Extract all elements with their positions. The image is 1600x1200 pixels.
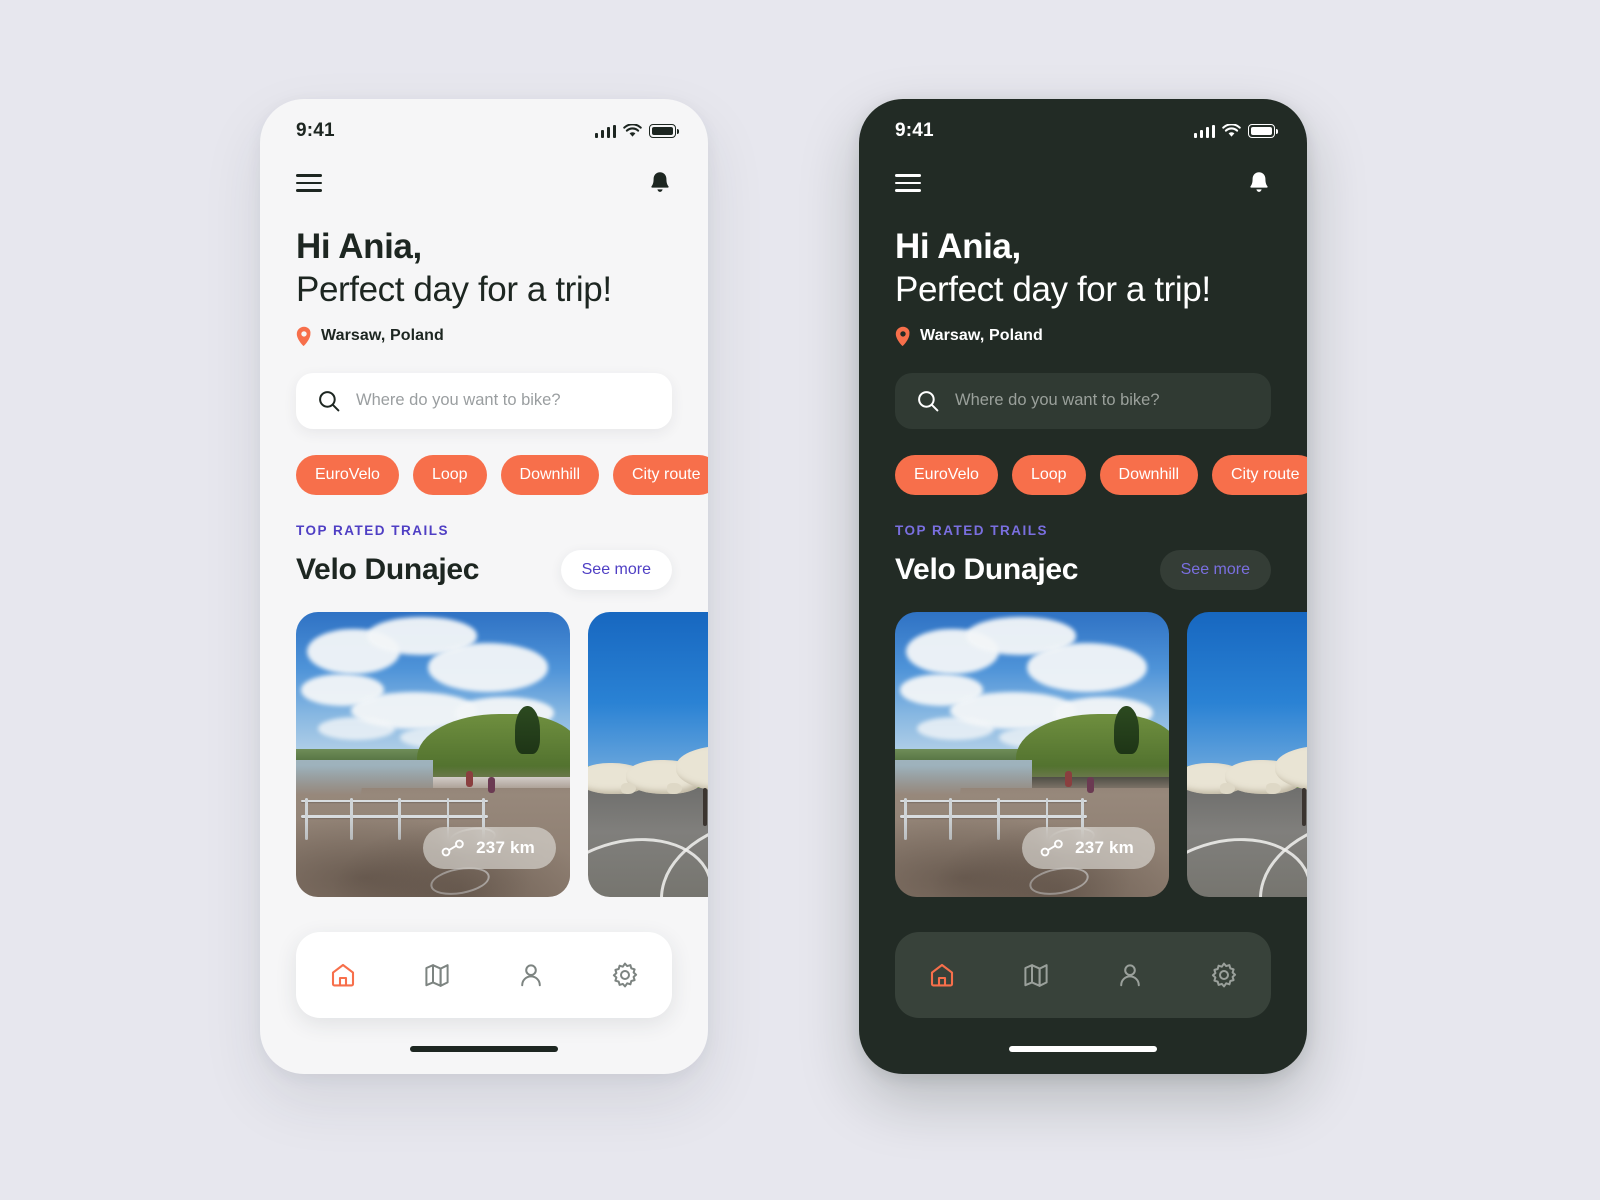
chip-downhill[interactable]: Downhill [500,454,599,495]
filter-chips: EuroVelo Loop Downhill City route [859,429,1307,495]
location-row: Warsaw, Poland [260,312,708,347]
bottom-navigation-bar [895,932,1271,1018]
greeting-line-1: Hi Ania, [895,227,1021,266]
route-icon [1040,839,1063,857]
nav-item-home[interactable] [319,951,367,999]
section-label: TOP RATED TRAILS [296,522,450,538]
map-icon [425,964,449,987]
person-icon [1120,964,1140,987]
trail-cards: 237 km [260,590,708,897]
status-bar: 9:41 [859,99,1307,153]
filter-chips: EuroVelo Loop Downhill City route [260,429,708,495]
top-bar [260,153,708,203]
distance-badge: 237 km [1022,826,1155,869]
greeting-block: Hi Ania, Perfect day for a trip! [859,203,1307,312]
location-label: Warsaw, Poland [920,327,1043,345]
wifi-icon [623,124,642,137]
battery-icon [649,124,679,138]
chip-eurovelo[interactable]: EuroVelo [296,454,399,495]
chip-eurovelo[interactable]: EuroVelo [895,454,998,495]
phone-light-theme: 9:41 Hi Ania, Perfect day for a trip! Wa… [260,99,708,1074]
map-pin-icon [895,326,910,346]
section-title: Velo Dunajec [895,552,1079,586]
distance-label: 237 km [1075,837,1134,857]
map-icon [1024,964,1048,987]
signal-icon [1193,124,1215,138]
route-icon [441,839,464,857]
search-section: Where do you want to bike? [859,347,1307,429]
chip-city-route[interactable]: City route [613,454,708,495]
bell-icon[interactable] [1247,170,1271,196]
section-label: TOP RATED TRAILS [895,522,1049,538]
nav-item-settings[interactable] [601,951,649,999]
nav-item-profile[interactable] [507,951,555,999]
search-placeholder: Where do you want to bike? [356,391,561,410]
home-indicator [1009,1046,1157,1052]
status-bar-time: 9:41 [895,120,934,141]
home-icon [930,963,954,987]
nav-item-map[interactable] [413,951,461,999]
location-row: Warsaw, Poland [859,312,1307,347]
hamburger-menu-icon[interactable] [895,169,921,197]
trail-cards: 237 km [859,590,1307,897]
search-icon [918,390,939,412]
home-indicator [410,1046,558,1052]
top-bar [859,153,1307,203]
status-bar-time: 9:41 [296,120,335,141]
search-section: Where do you want to bike? [260,347,708,429]
location-label: Warsaw, Poland [321,327,444,345]
trail-card-sheep[interactable] [588,611,708,897]
chip-loop[interactable]: Loop [412,454,487,495]
person-icon [521,964,541,987]
nav-item-settings[interactable] [1200,951,1248,999]
status-bar: 9:41 [260,99,708,153]
search-input[interactable]: Where do you want to bike? [895,372,1271,429]
trail-card-lake[interactable]: 237 km [296,611,570,897]
section-title: Velo Dunajec [296,552,480,586]
battery-icon [1248,124,1278,138]
chip-downhill[interactable]: Downhill [1099,454,1198,495]
wifi-icon [1222,124,1241,137]
map-pin-icon [296,326,311,346]
nav-item-home[interactable] [918,951,966,999]
signal-icon [594,124,616,138]
distance-badge: 237 km [423,826,556,869]
distance-label: 237 km [476,837,535,857]
search-placeholder: Where do you want to bike? [955,391,1160,410]
greeting-line-2: Perfect day for a trip! [895,270,1211,310]
nav-item-map[interactable] [1012,951,1060,999]
see-more-button[interactable]: See more [1159,549,1271,590]
trail-card-sheep[interactable] [1187,611,1307,897]
bottom-nav-wrap [859,932,1307,1018]
bottom-nav-wrap [260,932,708,1018]
phone-dark-theme: 9:41 Hi Ania, Perfect day for a trip! Wa… [859,99,1307,1074]
greeting-block: Hi Ania, Perfect day for a trip! [260,203,708,312]
search-input[interactable]: Where do you want to bike? [296,372,672,429]
status-bar-icons [594,124,679,138]
gear-icon [1211,962,1237,988]
chip-city-route[interactable]: City route [1212,454,1307,495]
greeting-line-2: Perfect day for a trip! [296,270,612,310]
screenshot-stage: 9:41 Hi Ania, Perfect day for a trip! Wa… [0,0,1600,1200]
section-header: Velo Dunajec See more [859,538,1307,590]
bottom-navigation-bar [296,932,672,1018]
chip-loop[interactable]: Loop [1011,454,1086,495]
see-more-button[interactable]: See more [560,549,672,590]
bell-icon[interactable] [648,170,672,196]
hamburger-menu-icon[interactable] [296,169,322,197]
status-bar-icons [1193,124,1278,138]
nav-item-profile[interactable] [1106,951,1154,999]
gear-icon [612,962,638,988]
search-icon [319,390,340,412]
section-header: Velo Dunajec See more [260,538,708,590]
home-icon [331,963,355,987]
greeting-line-1: Hi Ania, [296,227,422,266]
trail-card-lake[interactable]: 237 km [895,611,1169,897]
